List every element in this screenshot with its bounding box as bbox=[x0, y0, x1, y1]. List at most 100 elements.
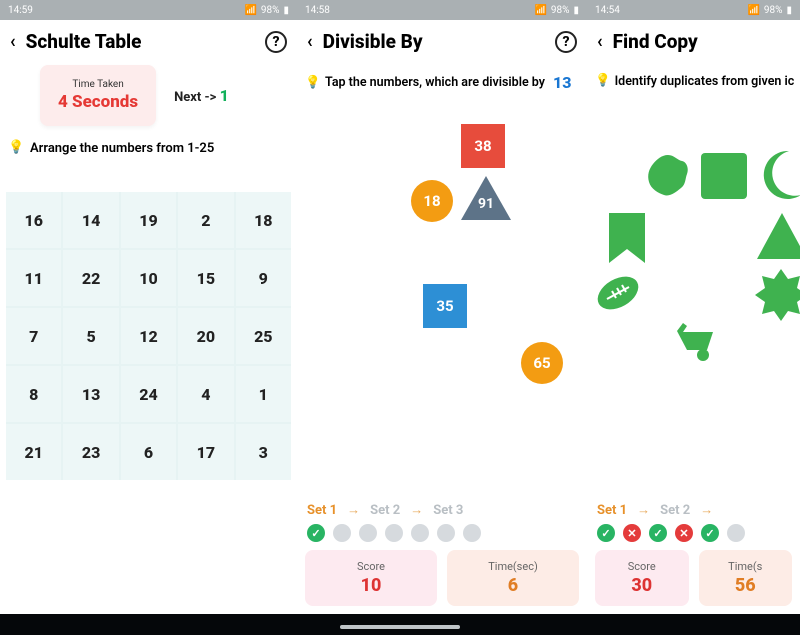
grid-cell[interactable]: 15 bbox=[178, 250, 233, 306]
help-button[interactable]: ? bbox=[265, 31, 287, 53]
progress-dot bbox=[623, 524, 641, 542]
status-right: 📶 98% ▮ bbox=[747, 5, 792, 16]
progress-dot bbox=[701, 524, 719, 542]
time-card: Time(s 56 bbox=[699, 550, 793, 606]
grid-cell[interactable]: 17 bbox=[178, 424, 233, 480]
set-tab[interactable]: Set 3 bbox=[433, 503, 463, 518]
home-indicator[interactable] bbox=[340, 625, 460, 629]
moon-icon[interactable] bbox=[757, 149, 800, 199]
grid-cell[interactable]: 3 bbox=[236, 424, 291, 480]
status-time: 14:59 bbox=[8, 5, 33, 16]
sets-row: Set 1→Set 2→ bbox=[587, 496, 800, 520]
instruction-row: 💡 Tap the numbers, which are divisible b… bbox=[297, 59, 587, 98]
grid-cell[interactable]: 5 bbox=[63, 308, 118, 364]
grid-cell[interactable]: 13 bbox=[63, 366, 118, 422]
grid-cell[interactable]: 2 bbox=[178, 192, 233, 248]
battery-text: 98% bbox=[261, 5, 280, 16]
wheelbarrow-icon[interactable] bbox=[675, 321, 721, 363]
set-tab[interactable]: Set 1 bbox=[307, 503, 337, 518]
battery-text: 98% bbox=[764, 5, 783, 16]
square-icon[interactable] bbox=[701, 153, 747, 199]
battery-text: 98% bbox=[551, 5, 570, 16]
lightbulb-icon: 💡 bbox=[305, 75, 321, 91]
status-right: 📶 98% ▮ bbox=[244, 5, 289, 16]
arrow-icon: → bbox=[637, 502, 650, 518]
back-button[interactable]: ‹ bbox=[597, 31, 603, 52]
instruction-row: 💡 Identify duplicates from given ic bbox=[587, 59, 800, 95]
grid-cell[interactable]: 16 bbox=[6, 192, 61, 248]
grid-cell[interactable]: 1 bbox=[236, 366, 291, 422]
header: ‹ Find Copy bbox=[587, 20, 800, 59]
arrow-icon: → bbox=[410, 502, 423, 518]
grid-cell[interactable]: 19 bbox=[121, 192, 176, 248]
status-time: 14:54 bbox=[595, 5, 620, 16]
grid-cell[interactable]: 8 bbox=[6, 366, 61, 422]
score-value: 10 bbox=[309, 575, 433, 596]
number-circle[interactable]: 18 bbox=[411, 180, 453, 222]
grid-cell[interactable]: 7 bbox=[6, 308, 61, 364]
grid-cell[interactable]: 20 bbox=[178, 308, 233, 364]
grid-cell[interactable]: 18 bbox=[236, 192, 291, 248]
grid-cell[interactable]: 24 bbox=[121, 366, 176, 422]
time-value: 6 bbox=[451, 575, 575, 596]
set-tab[interactable]: Set 1 bbox=[597, 503, 627, 518]
time-value: 56 bbox=[703, 575, 789, 596]
progress-dot bbox=[463, 524, 481, 542]
play-area bbox=[593, 103, 800, 496]
grid-cell[interactable]: 23 bbox=[63, 424, 118, 480]
grid-cell[interactable]: 12 bbox=[121, 308, 176, 364]
status-bar: 14:54 📶 98% ▮ bbox=[587, 0, 800, 20]
grid-cell[interactable]: 22 bbox=[63, 250, 118, 306]
wifi-icon: 📶 bbox=[747, 5, 759, 16]
score-label: Score bbox=[599, 560, 685, 573]
progress-dot bbox=[359, 524, 377, 542]
schulte-grid: 161419218 112210159 75122025 8132441 2123617… bbox=[6, 192, 291, 480]
back-button[interactable]: ‹ bbox=[307, 31, 313, 52]
number-square[interactable]: 38 bbox=[461, 124, 505, 168]
football-icon[interactable] bbox=[595, 271, 641, 315]
grid-cell[interactable]: 11 bbox=[6, 250, 61, 306]
target-number: 13 bbox=[553, 73, 571, 92]
help-button[interactable]: ? bbox=[555, 31, 577, 53]
grid-cell[interactable]: 25 bbox=[236, 308, 291, 364]
number-square[interactable]: 35 bbox=[423, 284, 467, 328]
grid-cell[interactable]: 10 bbox=[121, 250, 176, 306]
score-value: 30 bbox=[599, 575, 685, 596]
grid-cell[interactable]: 21 bbox=[6, 424, 61, 480]
blob-icon[interactable] bbox=[645, 153, 691, 199]
number-triangle[interactable]: 91 bbox=[461, 176, 511, 220]
time-label: Time(s bbox=[703, 560, 789, 573]
lightbulb-icon: 💡 bbox=[595, 73, 611, 89]
back-button[interactable]: ‹ bbox=[10, 31, 16, 52]
status-bar: 14:59 📶 98% ▮ bbox=[0, 0, 297, 20]
grid-cell[interactable]: 9 bbox=[236, 250, 291, 306]
instruction-text: Tap the numbers, which are divisible by bbox=[325, 75, 545, 90]
score-row: Score 30 Time(s 56 bbox=[587, 550, 800, 614]
instruction-text: Identify duplicates from given ic bbox=[615, 74, 795, 89]
grid-cell[interactable]: 4 bbox=[178, 366, 233, 422]
progress-dot bbox=[649, 524, 667, 542]
status-time: 14:58 bbox=[305, 5, 330, 16]
next-indicator: Next -> 1 bbox=[174, 86, 229, 105]
grid-cell[interactable]: 6 bbox=[121, 424, 176, 480]
score-row: Score 10 Time(sec) 6 bbox=[297, 550, 587, 614]
burst-icon[interactable] bbox=[755, 269, 800, 321]
wifi-icon: 📶 bbox=[244, 5, 256, 16]
number-circle[interactable]: 65 bbox=[521, 342, 563, 384]
time-taken-card: Time Taken 4 Seconds bbox=[40, 65, 156, 126]
set-tab[interactable]: Set 2 bbox=[370, 503, 400, 518]
play-area: 381891 35 65 bbox=[303, 106, 581, 496]
status-right: 📶 98% ▮ bbox=[534, 5, 579, 16]
progress-dot bbox=[675, 524, 693, 542]
arrow-icon: → bbox=[347, 502, 360, 518]
score-card: Score 10 bbox=[305, 550, 437, 606]
triangle-icon[interactable] bbox=[757, 213, 800, 259]
findcopy-screen: 14:54 📶 98% ▮ ‹ Find Copy 💡 Identify dup… bbox=[587, 0, 800, 614]
grid-cell[interactable]: 14 bbox=[63, 192, 118, 248]
set-tab[interactable]: Set 2 bbox=[660, 503, 690, 518]
instruction-row: 💡 Arrange the numbers from 1-25 bbox=[0, 136, 297, 164]
instruction-text: Arrange the numbers from 1-25 bbox=[30, 141, 214, 156]
progress-dot bbox=[597, 524, 615, 542]
bookmark-icon[interactable] bbox=[605, 211, 649, 265]
progress-dot bbox=[333, 524, 351, 542]
